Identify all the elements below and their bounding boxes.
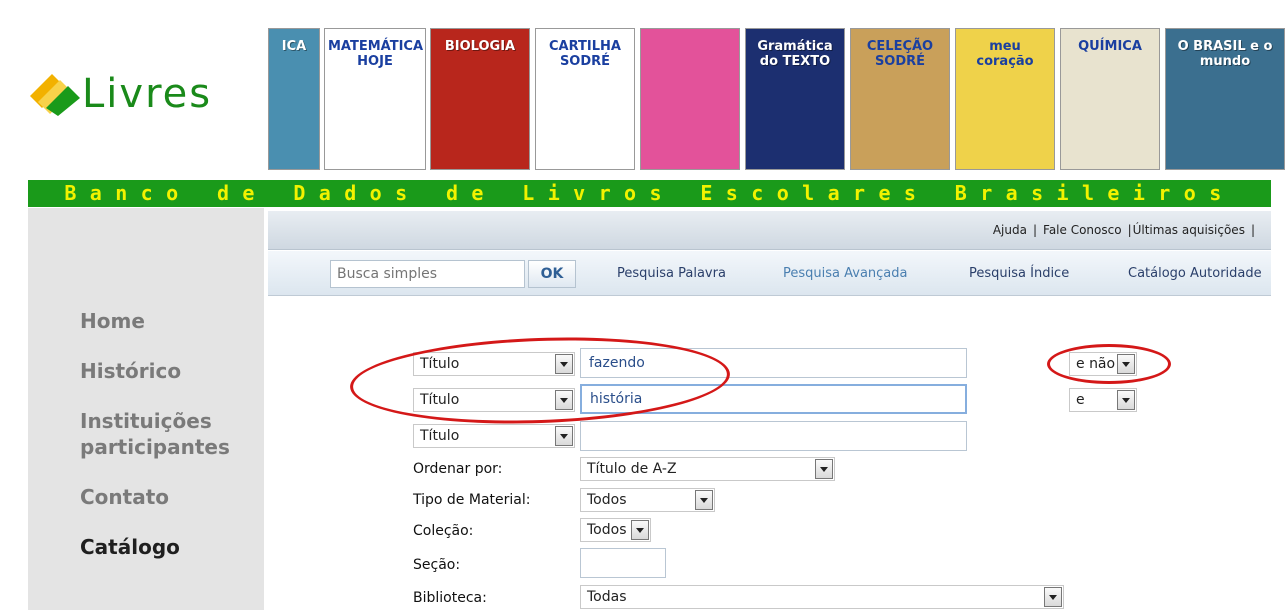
tab-pesquisa-avancada[interactable]: Pesquisa Avançada xyxy=(783,266,907,281)
library-label: Biblioteca: xyxy=(413,590,487,606)
collection-select[interactable]: Todos xyxy=(580,518,651,542)
tagline-text: Banco de Dados de Livros Escolares Brasi… xyxy=(64,181,1235,205)
search-bar: OK Pesquisa Palavra Pesquisa Avançada Pe… xyxy=(268,251,1271,296)
collection-label: Coleção: xyxy=(413,523,474,539)
book-cover: MATEMÁTICA HOJE xyxy=(324,28,426,170)
field-select-value: Título xyxy=(420,428,460,444)
chevron-down-icon xyxy=(1117,390,1135,410)
book-cover xyxy=(640,28,740,170)
chevron-down-icon xyxy=(631,520,649,540)
book-cover-title: BIOLOGIA xyxy=(444,39,516,54)
section-input[interactable] xyxy=(580,548,666,578)
book-cover: CARTILHA SODRÉ xyxy=(535,28,635,170)
nav-contato[interactable]: Contato xyxy=(80,484,169,510)
book-cover: Gramática do TEXTO xyxy=(745,28,845,170)
chevron-down-icon xyxy=(555,426,573,446)
simple-search-input[interactable] xyxy=(330,260,525,288)
book-cover: O BRASIL e o mundo xyxy=(1165,28,1285,170)
book-cover: BIOLOGIA xyxy=(430,28,530,170)
nav-historico[interactable]: Histórico xyxy=(80,358,181,384)
annotation-ellipse-operator xyxy=(1047,344,1171,384)
operator-select-2[interactable]: e xyxy=(1069,388,1137,412)
chevron-down-icon xyxy=(695,490,713,510)
separator: | xyxy=(1032,223,1038,237)
separator: | xyxy=(1127,223,1132,237)
sort-select[interactable]: Título de A-Z xyxy=(580,457,835,481)
book-cover-title: CARTILHA SODRÉ xyxy=(549,39,621,69)
nav-home[interactable]: Home xyxy=(80,308,145,334)
chevron-down-icon xyxy=(815,459,833,479)
section-label: Seção: xyxy=(413,557,461,573)
book-cover-title: meu coração xyxy=(976,39,1034,69)
material-type-label: Tipo de Material: xyxy=(413,492,531,508)
material-type-value: Todos xyxy=(587,492,627,508)
livres-logo[interactable]: Livres xyxy=(30,68,240,128)
top-links-bar: Ajuda | Fale Conosco |Últimas aquisições | xyxy=(268,211,1271,250)
chevron-down-icon xyxy=(1044,587,1062,607)
brand-name: Livres xyxy=(82,71,213,117)
book-cover-title: MATEMÁTICA HOJE xyxy=(328,39,424,69)
field-select-3[interactable]: Título xyxy=(413,424,575,448)
book-cover: CELEÇÃO SODRÉ xyxy=(850,28,950,170)
book-cover-title: ICA xyxy=(281,39,307,54)
book-cover: meu coração xyxy=(955,28,1055,170)
sort-label: Ordenar por: xyxy=(413,461,503,477)
nav-instituicoes[interactable]: Instituições participantes xyxy=(80,408,250,460)
annotation-ellipse-terms xyxy=(348,331,732,430)
book-cover-title: QUÍMICA xyxy=(1078,39,1142,54)
tagline-bar: Banco de Dados de Livros Escolares Brasi… xyxy=(28,180,1271,207)
material-type-select[interactable]: Todos xyxy=(580,488,715,512)
search-ok-button[interactable]: OK xyxy=(528,260,576,288)
help-link[interactable]: Ajuda xyxy=(993,223,1027,237)
book-cover-title: CELEÇÃO SODRÉ xyxy=(866,39,934,69)
library-select[interactable]: Todas xyxy=(580,585,1064,609)
collection-value: Todos xyxy=(587,522,627,538)
book-cover: QUÍMICA xyxy=(1060,28,1160,170)
book-cover-title: Gramática do TEXTO xyxy=(757,39,833,69)
separator: | xyxy=(1250,223,1255,237)
contact-link[interactable]: Fale Conosco xyxy=(1043,223,1122,237)
book-cover: ICA xyxy=(268,28,320,170)
tab-pesquisa-palavra[interactable]: Pesquisa Palavra xyxy=(617,266,726,281)
operator-select-value: e xyxy=(1076,392,1085,408)
book-covers-strip: ICA MATEMÁTICA HOJE BIOLOGIA CARTILHA SODRÉ… xyxy=(268,22,1285,172)
book-cover-title: O BRASIL e o mundo xyxy=(1177,39,1273,69)
tab-catalogo-autoridade[interactable]: Catálogo Autoridade xyxy=(1128,266,1262,281)
book-logo-icon xyxy=(30,74,80,116)
recent-acquisitions-link[interactable]: Últimas aquisições xyxy=(1133,223,1245,237)
library-select-value: Todas xyxy=(587,589,627,605)
sort-select-value: Título de A-Z xyxy=(587,461,677,477)
tab-pesquisa-indice[interactable]: Pesquisa Índice xyxy=(969,266,1069,281)
nav-catalogo[interactable]: Catálogo xyxy=(80,534,180,560)
search-term-input-3[interactable] xyxy=(580,421,967,451)
sidebar: Home Histórico Instituições participante… xyxy=(28,208,264,610)
top-links: Ajuda | Fale Conosco |Últimas aquisições | xyxy=(993,223,1261,237)
